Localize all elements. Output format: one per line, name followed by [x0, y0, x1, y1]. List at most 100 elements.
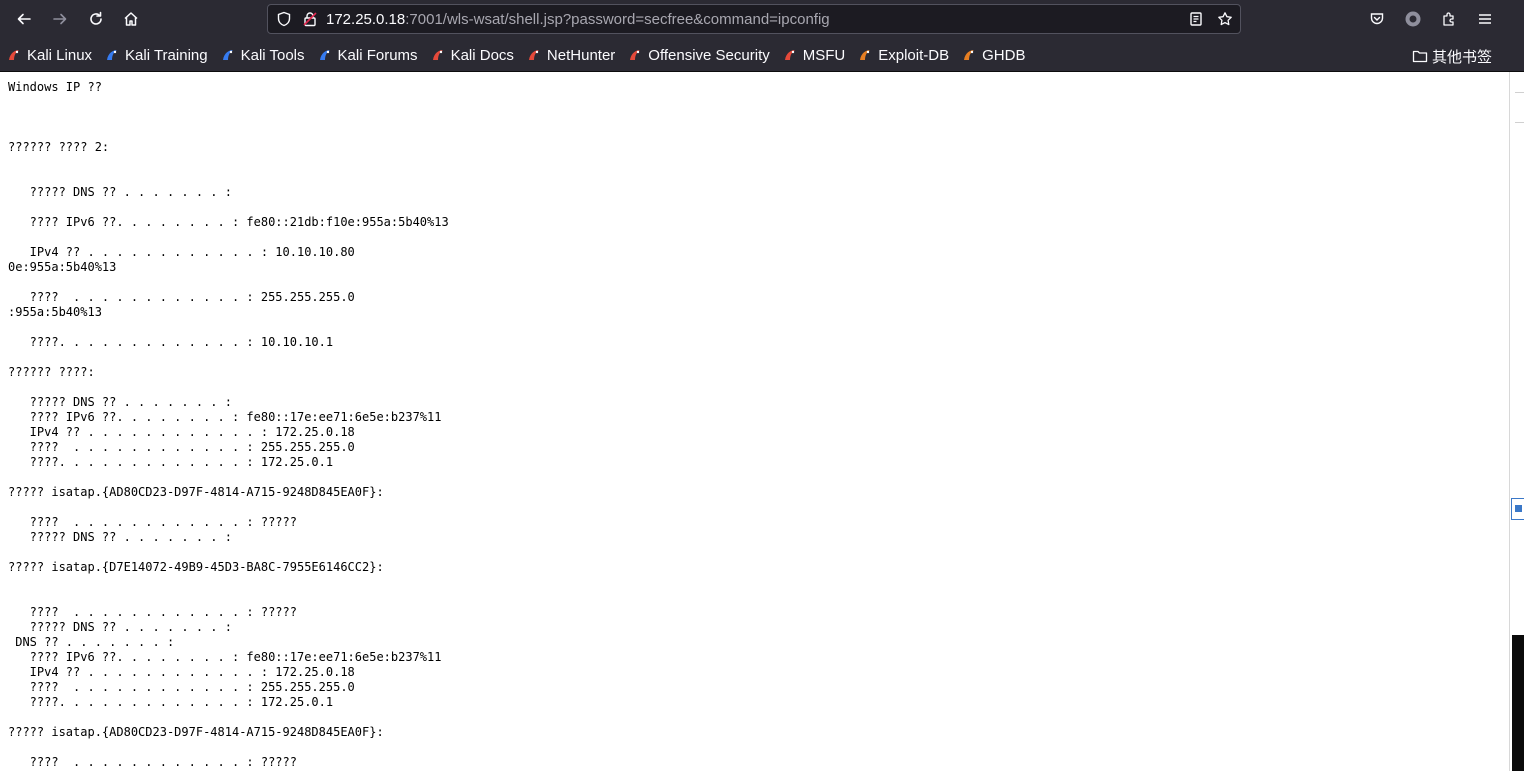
output-line: ???? . . . . . . . . . . . . : 255.255.2… [8, 440, 355, 454]
nethunter-icon [526, 47, 542, 63]
bookmark-label: Kali Docs [450, 46, 514, 64]
back-arrow-icon [16, 11, 32, 27]
output-line: ???? . . . . . . . . . . . . : 255.255.2… [8, 680, 355, 694]
bookmark-label: Kali Linux [27, 46, 93, 64]
reload-icon [88, 11, 104, 27]
command-output: Windows IP ?? ?????? ???? 2: ????? DNS ??… [0, 80, 449, 770]
output-line: ???? IPv6 ??. . . . . . . . : fe80::21db… [8, 215, 449, 229]
reader-view-icon[interactable] [1188, 11, 1204, 27]
kali-docs-icon [430, 47, 446, 63]
bookmark-kali-tools[interactable]: Kali Tools [214, 42, 309, 68]
pocket-icon [1369, 11, 1385, 27]
right-edge-panel [1509, 72, 1524, 771]
address-bar[interactable]: 172.25.0.18:7001/wls-wsat/shell.jsp?pass… [267, 4, 1241, 34]
output-line: ????. . . . . . . . . . . . . : 172.25.0… [8, 695, 334, 709]
dark-overlay-window [1512, 635, 1524, 771]
bookmark-star-icon[interactable] [1217, 11, 1233, 27]
url-host: 172.25.0.18 [326, 10, 406, 28]
bookmark-label: NetHunter [546, 46, 616, 64]
bookmark-label: Kali Forums [337, 46, 418, 64]
other-bookmarks-label: 其他书签 [1431, 48, 1492, 66]
back-button[interactable] [8, 3, 40, 35]
output-line: ???? . . . . . . . . . . . . : 255.255.2… [8, 290, 355, 304]
output-line: ????? DNS ?? . . . . . . . : [8, 620, 232, 634]
output-line: ????. . . . . . . . . . . . . : 172.25.0… [8, 455, 334, 469]
bookmark-label: GHDB [982, 46, 1026, 64]
extensions-button[interactable] [1433, 3, 1465, 35]
bookmark-label: Kali Training [125, 46, 208, 64]
output-line: ?????? ????: [8, 365, 95, 379]
output-line: ???? IPv6 ??. . . . . . . . : fe80::17e:… [8, 410, 442, 424]
forward-button[interactable] [44, 3, 76, 35]
folder-icon [1412, 48, 1428, 64]
side-tab-icon[interactable] [1511, 498, 1524, 520]
url-path: :7001/wls-wsat/shell.jsp?password=secfre… [405, 10, 830, 28]
home-icon [123, 11, 139, 27]
bookmark-msfu[interactable]: MSFU [776, 42, 850, 68]
lock-icon[interactable] [302, 11, 318, 27]
output-line: ????? DNS ?? . . . . . . . : [8, 185, 232, 199]
bookmark-exploit-db[interactable]: Exploit-DB [851, 42, 953, 68]
output-line: ????? isatap.{AD80CD23-D97F-4814-A715-92… [8, 725, 384, 739]
bookmark-kali-training[interactable]: Kali Training [98, 42, 212, 68]
bookmark-label: MSFU [802, 46, 846, 64]
output-line: 0e:955a:5b40%13 [8, 260, 117, 274]
output-line: ?????? ???? 2: [8, 140, 110, 154]
kali-tools-icon [220, 47, 236, 63]
pocket-button[interactable] [1361, 3, 1393, 35]
hamburger-menu-icon [1477, 11, 1493, 27]
bookmark-ghdb[interactable]: GHDB [955, 42, 1029, 68]
puzzle-icon [1441, 11, 1457, 27]
output-line: IPv4 ?? . . . . . . . . . . . . : 10.10.… [8, 245, 355, 259]
output-line: ????. . . . . . . . . . . . . : 10.10.10… [8, 335, 334, 349]
bookmark-kali-linux[interactable]: Kali Linux [0, 42, 96, 68]
output-line: IPv4 ?? . . . . . . . . . . . . : 172.25… [8, 665, 355, 679]
output-line: IPv4 ?? . . . . . . . . . . . . : 172.25… [8, 425, 355, 439]
output-line: ????? isatap.{AD80CD23-D97F-4814-A715-92… [8, 485, 384, 499]
output-line: ????? DNS ?? . . . . . . . : [8, 530, 232, 544]
reload-button[interactable] [80, 3, 112, 35]
exploit-db-icon [857, 47, 873, 63]
kali-forums-icon [317, 47, 333, 63]
forward-arrow-icon [52, 11, 68, 27]
output-line: ???? . . . . . . . . . . . . : ????? [8, 755, 297, 769]
bookmark-kali-forums[interactable]: Kali Forums [311, 42, 422, 68]
output-line: ???? . . . . . . . . . . . . : ????? [8, 515, 297, 529]
page-content: Windows IP ?? ?????? ???? 2: ????? DNS ??… [0, 72, 1509, 771]
output-line: ????? DNS ?? . . . . . . . : [8, 395, 232, 409]
shield-icon[interactable] [276, 11, 292, 27]
url-text[interactable]: 172.25.0.18:7001/wls-wsat/shell.jsp?pass… [326, 11, 830, 28]
other-bookmarks-folder[interactable]: 其他书签 [1406, 43, 1496, 69]
kali-training-icon [104, 47, 120, 63]
bookmark-nethunter[interactable]: NetHunter [520, 42, 619, 68]
bookmark-label: Offensive Security [648, 46, 770, 64]
output-line: ????? isatap.{D7E14072-49B9-45D3-BA8C-79… [8, 560, 384, 574]
bookmark-label: Kali Tools [240, 46, 305, 64]
msfu-icon [782, 47, 798, 63]
output-line: Windows IP ?? [8, 80, 102, 94]
account-icon [1404, 10, 1422, 28]
menu-button[interactable] [1469, 3, 1501, 35]
output-line: ???? IPv6 ??. . . . . . . . : fe80::17e:… [8, 650, 442, 664]
bookmark-offensive-security[interactable]: Offensive Security [621, 42, 773, 68]
bookmark-label: Exploit-DB [878, 46, 950, 64]
home-button[interactable] [115, 3, 147, 35]
account-button[interactable] [1397, 3, 1429, 35]
bookmark-kali-docs[interactable]: Kali Docs [424, 42, 518, 68]
bookmarks-toolbar: Kali Linux Kali Training Kali Tools Kali Fo… [0, 39, 1524, 72]
